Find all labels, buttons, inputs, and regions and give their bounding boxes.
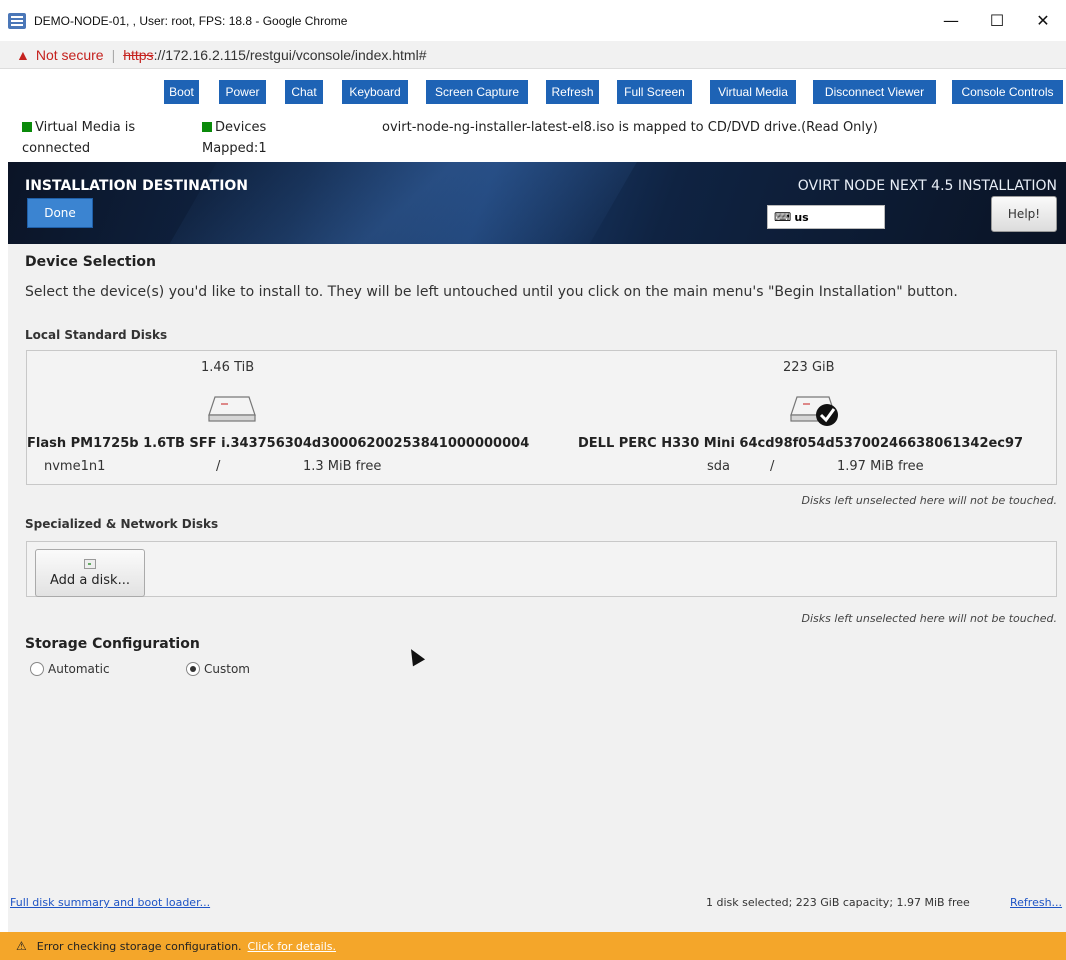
add-disk-label: Add a disk... (50, 572, 130, 588)
network-disks-heading: Specialized & Network Disks (25, 517, 219, 531)
window-titlebar: DEMO-NODE-01, , User: root, FPS: 18.8 - … (0, 0, 1066, 41)
error-bar: ⚠ Error checking storage configuration. … (0, 932, 1066, 960)
status-indicator-icon (202, 122, 212, 132)
warning-icon: ⚠ (16, 939, 27, 953)
url-protocol[interactable]: https (123, 47, 153, 63)
virtual-media-button[interactable]: Virtual Media (710, 80, 796, 104)
iso-mapped-message: ovirt-node-ng-installer-latest-el8.iso i… (382, 120, 878, 135)
viewer-toolbar: Boot Power Chat Keyboard Screen Capture … (0, 69, 1066, 117)
boot-button[interactable]: Boot (164, 80, 199, 104)
url-separator: | (111, 46, 116, 63)
virtual-media-status: Virtual Media is connected (22, 120, 136, 156)
window-title: DEMO-NODE-01, , User: root, FPS: 18.8 - … (34, 13, 348, 28)
device-selection-description: Select the device(s) you'd like to insta… (25, 284, 958, 300)
disconnect-viewer-button[interactable]: Disconnect Viewer (813, 80, 936, 104)
disk-name: Flash PM1725b 1.6TB SFF i.343756304d3000… (27, 436, 530, 451)
disk-separator: / (770, 459, 775, 474)
untouched-hint: Disks left unselected here will not be t… (801, 494, 1057, 507)
full-disk-summary-link[interactable]: Full disk summary and boot loader... (10, 896, 210, 909)
installation-destination-panel: Device Selection Select the device(s) yo… (8, 244, 1066, 960)
automatic-radio[interactable]: Automatic (30, 662, 110, 676)
custom-radio[interactable]: Custom (186, 662, 250, 676)
address-bar[interactable]: ▲ Not secure | https ://172.16.2.115/res… (0, 41, 1066, 69)
disk-free-space: 1.3 MiB free (303, 459, 382, 474)
refresh-link[interactable]: Refresh... (1010, 896, 1062, 909)
local-disks-list: 1.46 TiB Flash PM1725b 1.6TB SFF i.34375… (26, 350, 1057, 485)
url-text[interactable]: ://172.16.2.115/restgui/vconsole/index.h… (154, 47, 427, 63)
maximize-button[interactable]: ☐ (974, 0, 1020, 41)
keyboard-layout-label: us (794, 210, 809, 224)
automatic-label: Automatic (48, 662, 110, 676)
warning-icon[interactable]: ▲ (16, 47, 30, 63)
window-controls: — ☐ ✕ (928, 0, 1066, 41)
refresh-button[interactable]: Refresh (546, 80, 599, 104)
devices-mapped-status: Devices Mapped:1 (202, 120, 267, 156)
error-message: Error checking storage configuration. (36, 939, 242, 953)
status-indicator-icon (22, 122, 32, 132)
keyboard-layout-indicator[interactable]: ⌨ us (767, 205, 885, 229)
add-disk-button[interactable]: Add a disk... (35, 549, 145, 597)
error-details-link[interactable]: Click for details. (248, 940, 336, 953)
product-title: OVIRT NODE NEXT 4.5 INSTALLATION (797, 178, 1057, 194)
selection-summary: 1 disk selected; 223 GiB capacity; 1.97 … (706, 896, 970, 909)
disk-item-sda[interactable]: 223 GiB DELL PERC H330 Mini 64cd98f054d5… (578, 351, 1056, 484)
disk-name: DELL PERC H330 Mini 64cd98f054d537002466… (578, 436, 1024, 451)
close-button[interactable]: ✕ (1020, 0, 1066, 41)
storage-configuration-heading: Storage Configuration (25, 636, 200, 652)
disk-device: nvme1n1 (44, 459, 106, 474)
device-selection-heading: Device Selection (25, 254, 156, 270)
local-disks-heading: Local Standard Disks (25, 328, 168, 342)
disk-device: sda (707, 459, 730, 474)
screen-title: INSTALLATION DESTINATION (25, 178, 249, 194)
chat-button[interactable]: Chat (285, 80, 323, 104)
disk-free-space: 1.97 MiB free (837, 459, 924, 474)
app-icon (8, 12, 26, 29)
custom-label: Custom (204, 662, 250, 676)
power-button[interactable]: Power (219, 80, 266, 104)
hard-disk-selected-icon (790, 396, 838, 426)
full-screen-button[interactable]: Full Screen (617, 80, 692, 104)
installer-header: INSTALLATION DESTINATION Done OVIRT NODE… (8, 162, 1066, 244)
radio-icon (30, 662, 44, 676)
keyboard-button[interactable]: Keyboard (342, 80, 408, 104)
hard-disk-icon (208, 396, 256, 422)
console-controls-button[interactable]: Console Controls (952, 80, 1063, 104)
untouched-hint-network: Disks left unselected here will not be t… (801, 612, 1057, 625)
screen-capture-button[interactable]: Screen Capture (426, 80, 528, 104)
network-disks-list: Add a disk... (26, 541, 1057, 597)
minimize-button[interactable]: — (928, 0, 974, 41)
disk-item-nvme1n1[interactable]: 1.46 TiB Flash PM1725b 1.6TB SFF i.34375… (27, 351, 547, 484)
help-button[interactable]: Help! (991, 196, 1057, 232)
disk-size: 223 GiB (783, 360, 835, 375)
viewer-status: Virtual Media is connected Devices Mappe… (0, 117, 1066, 162)
disk-size: 1.46 TiB (201, 360, 255, 375)
radio-selected-icon (186, 662, 200, 676)
keyboard-icon: ⌨ (774, 210, 792, 224)
not-secure-label[interactable]: Not secure (36, 47, 104, 63)
done-button[interactable]: Done (27, 198, 93, 228)
add-disk-icon (84, 558, 96, 569)
disk-separator: / (216, 459, 221, 474)
